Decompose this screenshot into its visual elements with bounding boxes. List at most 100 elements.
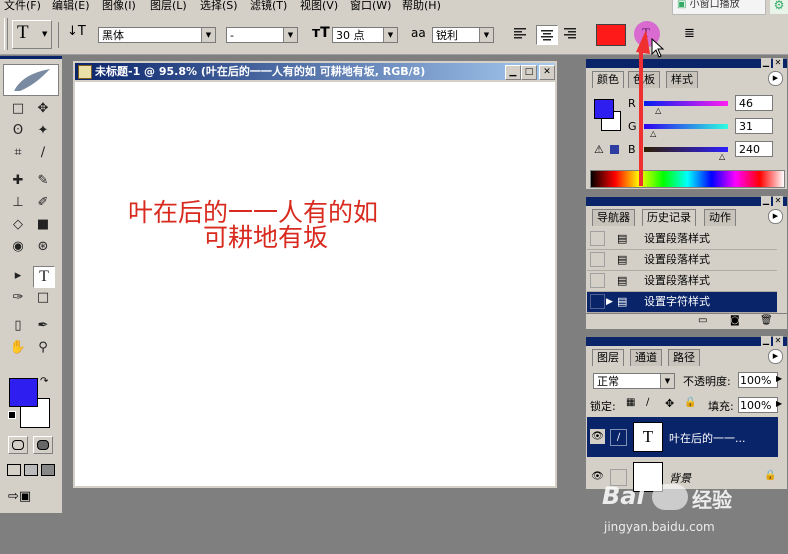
- lock-all-icon[interactable]: 🔒: [684, 397, 696, 408]
- g-input[interactable]: 31: [735, 118, 773, 134]
- gear-icon[interactable]: ⚙: [770, 0, 788, 14]
- jump-to-imageready-icon[interactable]: ⇨▣: [8, 489, 31, 504]
- grip-handle[interactable]: [4, 18, 8, 50]
- history-brush-tool-icon[interactable]: ✐: [33, 193, 53, 213]
- b-slider-thumb[interactable]: △: [719, 152, 725, 161]
- b-input[interactable]: 240: [735, 141, 773, 157]
- crop-tool-icon[interactable]: ⌗: [8, 143, 28, 163]
- brush-link-icon[interactable]: ∕: [610, 429, 627, 446]
- app-logo[interactable]: [3, 64, 59, 96]
- menu-help[interactable]: 帮助(H): [402, 0, 441, 13]
- dodge-tool-icon[interactable]: ⊛: [33, 237, 53, 257]
- mini-window-button[interactable]: ▣ 小窗口播放: [672, 0, 766, 15]
- history-row[interactable]: ▤ 设置段落样式: [587, 271, 777, 292]
- close-icon[interactable]: ✕: [773, 336, 783, 346]
- tab-actions[interactable]: 动作: [704, 209, 736, 226]
- history-snapshot-checkbox[interactable]: [590, 231, 605, 246]
- menu-window[interactable]: 窗口(W): [350, 0, 391, 13]
- fill-input[interactable]: 100%: [738, 397, 778, 413]
- panel-titlebar[interactable]: [586, 197, 787, 206]
- clone-stamp-tool-icon[interactable]: ⊥: [8, 193, 28, 213]
- new-document-from-state-icon[interactable]: ▭: [698, 315, 707, 326]
- color-panel-fg-swatch[interactable]: [594, 99, 614, 119]
- eyedropper-tool-icon[interactable]: ✒: [33, 316, 53, 336]
- menu-select[interactable]: 选择(S): [200, 0, 238, 13]
- marquee-tool-icon[interactable]: □: [8, 99, 28, 119]
- new-snapshot-icon[interactable]: ◙: [730, 315, 740, 326]
- history-row-selected[interactable]: ▶ ▤ 设置字符样式: [587, 292, 777, 313]
- history-snapshot-checkbox[interactable]: [590, 273, 605, 288]
- swap-colors-icon[interactable]: ↷: [40, 376, 48, 387]
- chevron-right-icon[interactable]: ▶: [776, 399, 782, 408]
- move-tool-icon[interactable]: ✥: [33, 99, 53, 119]
- quick-mask-button[interactable]: [33, 436, 53, 454]
- palette-toggle-icon[interactable]: ≣: [684, 26, 695, 41]
- align-center-button[interactable]: [536, 25, 558, 45]
- minimize-icon[interactable]: ▁: [761, 58, 771, 68]
- font-style-select[interactable]: - ▼: [226, 27, 298, 43]
- eraser-tool-icon[interactable]: ◇: [8, 215, 28, 235]
- text-color-swatch[interactable]: [596, 24, 626, 46]
- panel-menu-button[interactable]: ▶: [768, 71, 783, 86]
- tab-navigator[interactable]: 导航器: [592, 209, 635, 226]
- menu-file[interactable]: 文件(F): [4, 0, 41, 13]
- gamut-color-swatch[interactable]: [610, 145, 619, 154]
- tool-preset-picker[interactable]: T ▼: [12, 20, 52, 49]
- trash-icon[interactable]: 🗑: [760, 315, 773, 326]
- document-canvas[interactable]: 叶在后的一一人有的如 可耕地有坂: [75, 82, 555, 486]
- rectangle-tool-icon[interactable]: □: [33, 288, 53, 308]
- color-ramp[interactable]: [590, 170, 785, 188]
- opacity-input[interactable]: 100%: [738, 372, 778, 388]
- pen-tool-icon[interactable]: ✑: [8, 288, 28, 308]
- healing-brush-tool-icon[interactable]: ✚: [8, 171, 28, 191]
- menu-image[interactable]: 图像(I): [102, 0, 136, 13]
- blur-tool-icon[interactable]: ◉: [8, 237, 28, 257]
- panel-titlebar[interactable]: [586, 337, 787, 346]
- blend-mode-select[interactable]: 正常 ▼: [593, 373, 675, 389]
- close-button[interactable]: ✕: [539, 65, 555, 80]
- type-tool-icon[interactable]: T: [33, 266, 55, 288]
- path-selection-tool-icon[interactable]: ▸: [8, 266, 28, 286]
- orientation-toggle-icon[interactable]: ↓T: [67, 24, 86, 39]
- menu-filter[interactable]: 滤镜(T): [250, 0, 287, 13]
- close-icon[interactable]: ✕: [773, 196, 783, 206]
- align-left-button[interactable]: [514, 27, 530, 41]
- chevron-right-icon[interactable]: ▶: [776, 374, 782, 383]
- tab-color[interactable]: 颜色: [592, 71, 624, 88]
- zoom-tool-icon[interactable]: ⚲: [33, 338, 53, 358]
- screen-mode-full-icon[interactable]: [41, 464, 55, 476]
- hand-tool-icon[interactable]: ✋: [8, 338, 28, 358]
- slice-tool-icon[interactable]: ∕: [33, 143, 53, 163]
- standard-mode-button[interactable]: [8, 436, 28, 454]
- menu-layer[interactable]: 图层(L): [150, 0, 187, 13]
- gradient-tool-icon[interactable]: ■: [33, 215, 53, 235]
- minimize-icon[interactable]: ▁: [761, 196, 771, 206]
- font-family-select[interactable]: 黑体 ▼: [98, 27, 216, 43]
- tab-history[interactable]: 历史记录: [642, 209, 696, 226]
- panel-menu-button[interactable]: ▶: [768, 209, 783, 224]
- document-titlebar[interactable]: 未标题-1 @ 95.8% (叶在后的一一人有的如 可耕地有坂, RGB/8) …: [75, 63, 555, 80]
- gamut-warning-icon[interactable]: ⚠: [594, 143, 604, 156]
- close-icon[interactable]: ✕: [773, 58, 783, 68]
- minimize-button[interactable]: ▁: [505, 65, 521, 80]
- toolbox-titlebar[interactable]: [0, 56, 62, 59]
- layer-row-text[interactable]: 👁 ∕ T 叶在后的一一...: [587, 417, 778, 457]
- panel-titlebar[interactable]: [586, 59, 787, 68]
- history-snapshot-checkbox[interactable]: [590, 252, 605, 267]
- r-input[interactable]: 46: [735, 95, 773, 111]
- history-row[interactable]: ▤ 设置段落样式: [587, 250, 777, 271]
- antialias-select[interactable]: 锐利 ▼: [432, 27, 494, 43]
- font-size-select[interactable]: 30 点 ▼: [332, 27, 398, 43]
- magic-wand-tool-icon[interactable]: ✦: [33, 121, 53, 141]
- maximize-button[interactable]: □: [521, 65, 537, 80]
- tab-styles[interactable]: 样式: [666, 71, 698, 88]
- screen-mode-standard-icon[interactable]: [7, 464, 21, 476]
- menu-edit[interactable]: 编辑(E): [52, 0, 90, 13]
- brush-tool-icon[interactable]: ✎: [33, 171, 53, 191]
- align-right-button[interactable]: [562, 27, 578, 41]
- tab-layers[interactable]: 图层: [592, 349, 624, 366]
- history-snapshot-checkbox[interactable]: [590, 294, 605, 309]
- screen-mode-menubar-icon[interactable]: [24, 464, 38, 476]
- menu-view[interactable]: 视图(V): [300, 0, 338, 13]
- notes-tool-icon[interactable]: ▯: [8, 316, 28, 336]
